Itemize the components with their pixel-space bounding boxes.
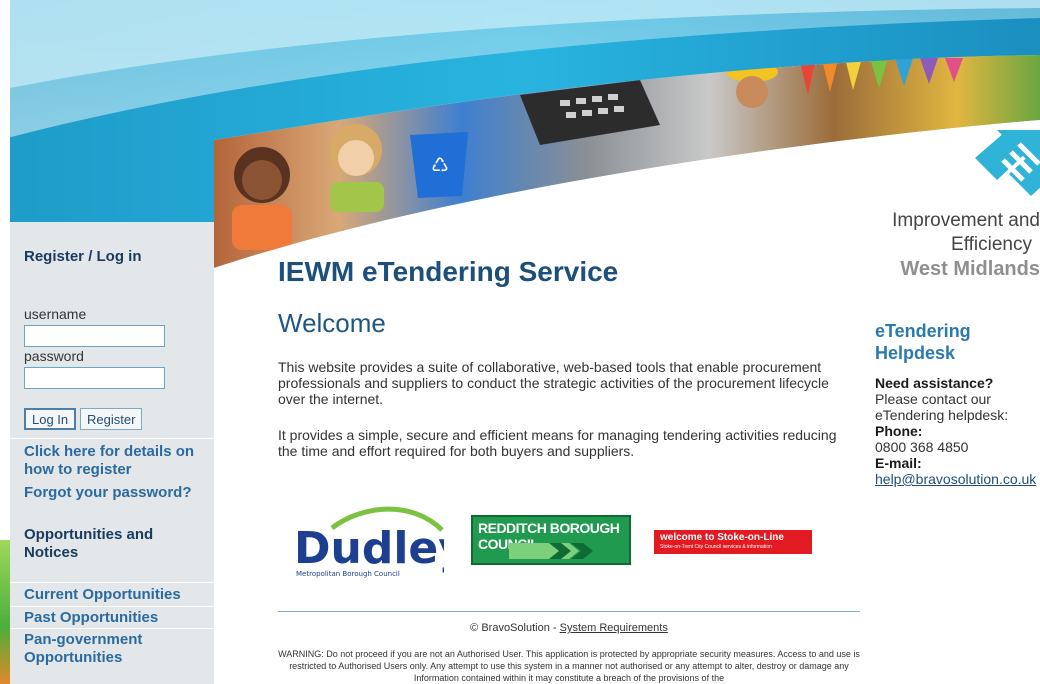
svg-text:♺: ♺	[431, 153, 449, 177]
warning-text: WARNING: Do not proceed if you are not a…	[278, 649, 860, 683]
contact-line2: eTendering helpdesk:	[875, 407, 1009, 423]
sidebar: Register / Log in username password Log …	[10, 222, 214, 684]
redditch-logo[interactable]: REDDITCH BOROUGH COUNCIL	[471, 515, 631, 565]
username-label: username	[24, 306, 87, 322]
description-paragraph: It provides a simple, secure and efficie…	[278, 427, 837, 459]
username-input[interactable]	[24, 325, 165, 347]
register-details-link[interactable]: Click here for details on how to registe…	[24, 443, 214, 479]
email-label: E-mail:	[875, 455, 922, 471]
iewm-line1: Improvement and	[892, 210, 1040, 231]
need-assistance-label: Need assistance?	[875, 375, 994, 391]
divider	[10, 438, 214, 439]
email-link[interactable]: help@bravosolution.co.uk	[875, 471, 1036, 487]
helpdesk-title-line2: Helpdesk	[875, 343, 956, 363]
system-requirements-link[interactable]: System Requirements	[560, 622, 668, 634]
stoke-wordmark: welcome to Stoke-on-Line	[660, 532, 784, 543]
dudley-logo[interactable]: Dudley Metropolitan Borough Council	[292, 500, 467, 580]
login-button[interactable]: Log In	[24, 408, 77, 430]
register-login-heading: Register / Log in	[24, 248, 142, 265]
divider	[10, 606, 214, 607]
copyright: © BravoSolution - System Requirements	[278, 622, 860, 634]
divider	[10, 628, 214, 629]
register-button[interactable]: Register	[80, 408, 143, 430]
contact-line1: Please contact our	[875, 391, 991, 407]
arrow-icon	[509, 543, 593, 559]
password-input[interactable]	[24, 367, 165, 389]
iewm-line3: West Midlands	[900, 258, 1040, 280]
divider	[10, 582, 214, 583]
footer-divider	[278, 611, 860, 612]
stoke-tagline: Stoke-on-Trent City Council services & i…	[660, 544, 772, 550]
helpdesk-title-line1: eTendering	[875, 321, 971, 341]
iewm-logo: Improvement and Efficiency West Midlands	[870, 120, 1040, 300]
current-opportunities-link[interactable]: Current Opportunities	[24, 586, 181, 604]
iewm-line2: Efficiency	[951, 234, 1032, 255]
intro-paragraph: This website provides a suite of collabo…	[278, 359, 829, 407]
page-title: IEWM eTendering Service	[278, 256, 619, 287]
iewm-emblem-icon	[975, 130, 1040, 196]
opportunities-heading: Opportunities and Notices	[24, 526, 154, 561]
welcome-heading: Welcome	[278, 308, 386, 338]
copyright-text: © BravoSolution -	[470, 622, 560, 634]
main-content: IEWM eTendering Service Welcome This web…	[278, 256, 858, 459]
forgot-password-link[interactable]: Forgot your password?	[24, 484, 192, 502]
stoke-on-line-logo[interactable]: welcome to Stoke-on-Line Stoke-on-Trent …	[654, 530, 812, 554]
phone-number: 0800 368 4850	[875, 439, 969, 455]
password-label: password	[24, 348, 84, 364]
dudley-wordmark: Dudley	[294, 523, 444, 574]
pan-government-opportunities-link[interactable]: Pan-government Opportunities	[24, 631, 174, 667]
helpdesk-title: eTendering Helpdesk	[875, 320, 971, 364]
past-opportunities-link[interactable]: Past Opportunities	[24, 609, 158, 627]
helpdesk-details: Need assistance? Please contact our eTen…	[875, 375, 1036, 487]
phone-label: Phone:	[875, 423, 923, 439]
left-accent-strip	[0, 540, 10, 684]
dudley-subtitle: Metropolitan Borough Council	[296, 570, 400, 578]
